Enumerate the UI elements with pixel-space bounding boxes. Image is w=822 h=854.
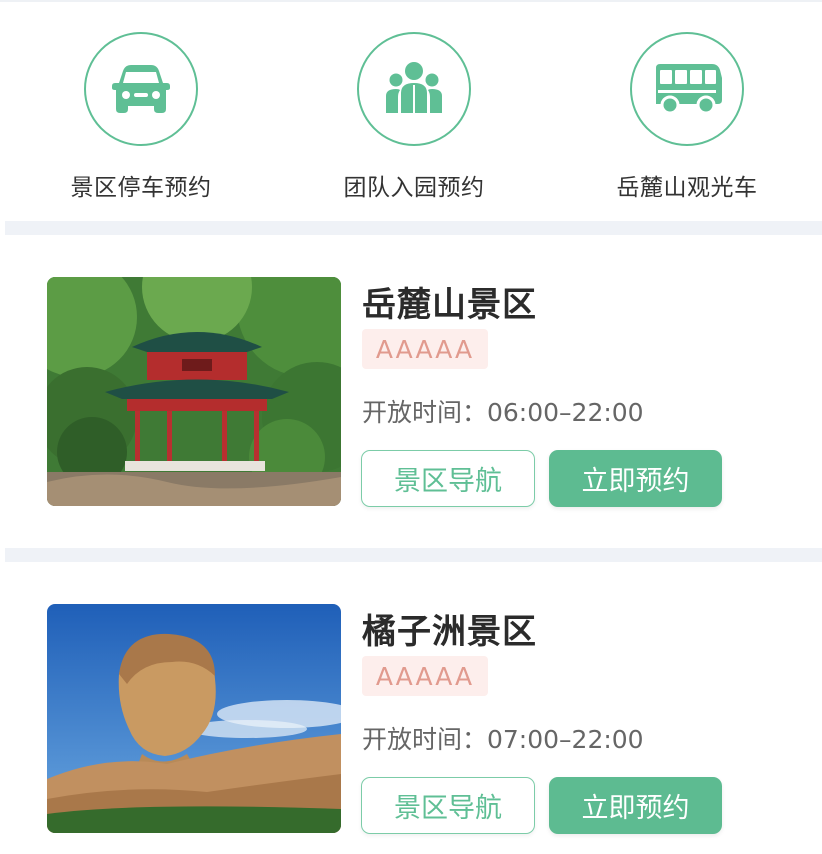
opening-hours: 开放时间：06:00–22:00 <box>362 398 644 427</box>
book-now-button[interactable]: 立即预约 <box>549 777 722 834</box>
sightseeing-bus-button[interactable]: 岳麓山观光车 <box>557 2 817 220</box>
car-icon-circle <box>84 32 198 146</box>
scenic-thumbnail[interactable] <box>47 277 341 506</box>
car-icon <box>112 65 170 113</box>
scenic-navigation-button[interactable]: 景区导航 <box>361 777 535 834</box>
scenic-navigation-button[interactable]: 景区导航 <box>361 450 535 507</box>
scenic-card: 橘子洲景区 AAAAA 开放时间：07:00–22:00 景区导航 立即预约 <box>0 604 822 854</box>
service-label: 景区停车预约 <box>70 175 212 201</box>
group-icon-circle <box>357 32 471 146</box>
bus-icon-circle <box>630 32 744 146</box>
service-label: 团队入园预约 <box>343 175 485 201</box>
quick-services: 景区停车预约 团队入园预约 岳麓山观光车 <box>0 2 822 220</box>
scenic-card: 岳麓山景区 AAAAA 开放时间：06:00–22:00 景区导航 立即预约 <box>0 277 822 527</box>
parking-reservation-button[interactable]: 景区停车预约 <box>11 2 271 220</box>
pavilion-photo <box>47 277 341 506</box>
scenic-title: 橘子洲景区 <box>362 612 537 652</box>
group-entry-reservation-button[interactable]: 团队入园预约 <box>284 2 544 220</box>
rating-badge: AAAAA <box>362 656 488 696</box>
statue-photo <box>47 604 341 833</box>
book-now-button[interactable]: 立即预约 <box>549 450 722 507</box>
scenic-thumbnail[interactable] <box>47 604 341 833</box>
scenic-title: 岳麓山景区 <box>362 285 537 325</box>
bus-icon <box>656 64 722 114</box>
rating-badge: AAAAA <box>362 329 488 369</box>
group-icon <box>386 62 442 113</box>
service-label: 岳麓山观光车 <box>616 175 758 201</box>
section-divider <box>5 548 822 562</box>
opening-hours: 开放时间：07:00–22:00 <box>362 725 644 754</box>
section-divider <box>5 221 822 235</box>
